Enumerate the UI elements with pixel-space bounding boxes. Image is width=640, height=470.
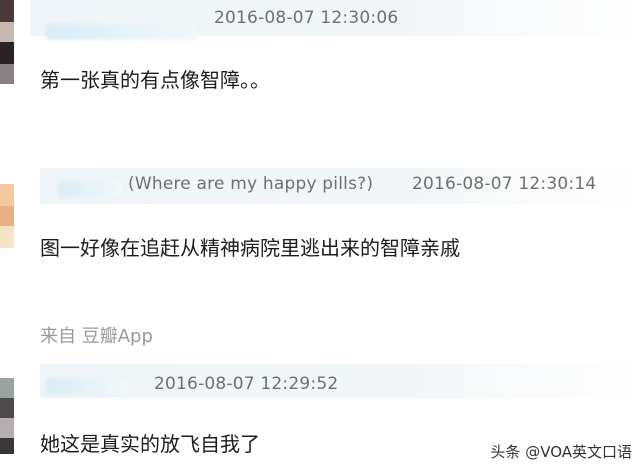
avatar[interactable] <box>0 378 14 454</box>
comment-timestamp: 2016-08-07 12:29:52 <box>154 374 339 394</box>
comment-2: (Where are my happy pills?) 2016-08-07 1… <box>0 168 640 358</box>
comment-text: 第一张真的有点像智障。。 <box>40 68 270 92</box>
comment-text: 她这是真实的放飞自我了 <box>40 432 260 456</box>
comment-1: 2016-08-07 12:30:06 第一张真的有点像智障。。 <box>0 0 640 110</box>
watermark: 头条 @VOA英文口语 <box>490 443 632 461</box>
avatar[interactable] <box>0 184 14 248</box>
comment-text: 图一好像在追赶从精神病院里逃出来的智障亲戚 <box>40 236 460 260</box>
avatar[interactable] <box>0 0 14 84</box>
comment-timestamp: 2016-08-07 12:30:06 <box>214 8 399 28</box>
username-blurred[interactable] <box>46 378 128 394</box>
comment-timestamp: 2016-08-07 12:30:14 <box>412 174 597 194</box>
user-signature: (Where are my happy pills?) <box>128 174 374 194</box>
comment-header <box>40 364 640 398</box>
username-blurred[interactable] <box>46 24 196 40</box>
comment-source: 来自 豆瓣App <box>40 326 153 347</box>
username-blurred[interactable] <box>58 181 122 197</box>
